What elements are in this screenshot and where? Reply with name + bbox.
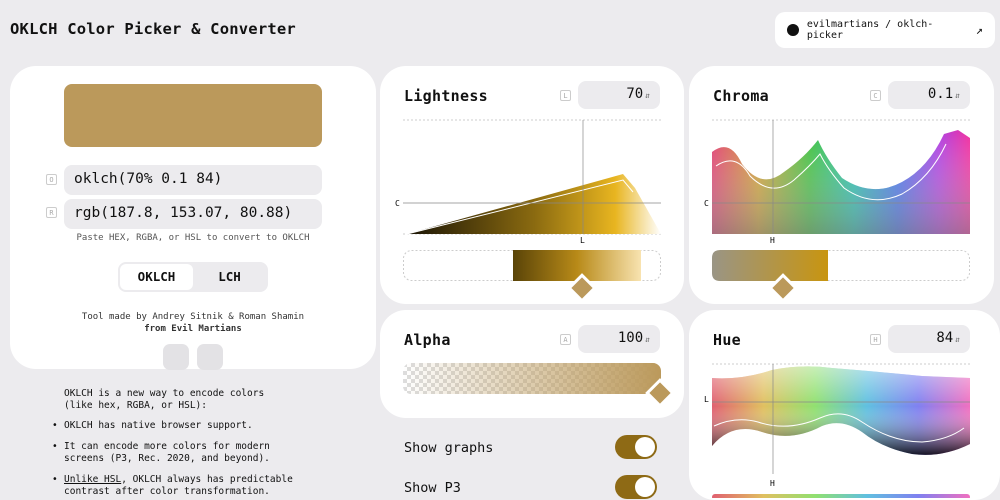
hue-title: Hue [713,331,741,349]
hue-graph[interactable]: L H [702,362,982,498]
oklch-input[interactable]: oklch(70% 0.1 84) [64,165,322,195]
toggle-knob [635,477,655,497]
lightness-title: Lightness [404,87,488,105]
github-repo-link[interactable]: evilmartians / oklch-picker ↗ [775,12,995,48]
show-graphs-label: Show graphs [404,440,494,456]
chroma-slider[interactable] [712,250,970,300]
info-bullet: Unlike HSL, OKLCH always has predictable… [52,474,297,498]
oklch-hotkey-badge: O [46,174,57,185]
tab-lch[interactable]: LCH [193,264,266,290]
chroma-x-axis-label: H [770,236,775,245]
chroma-value: 0.1 [927,86,954,102]
info-bullet: OKLCH has native browser support. [52,420,372,432]
credit-text: Tool made by Andrey Sitnik & Roman Shami… [64,311,322,335]
hue-slider[interactable] [712,494,970,498]
lightness-value: 70 [626,86,644,102]
alpha-value: 100 [617,330,644,346]
lightness-graph[interactable]: C L [393,118,671,246]
hue-input[interactable]: 84 ⇵ [888,325,970,353]
lightness-slider[interactable] [403,250,661,300]
mascot-right-icon [197,344,223,370]
show-p3-toggle[interactable] [615,475,657,499]
alpha-slider[interactable] [403,363,673,413]
stepper-icon: ⇵ [645,91,650,100]
lightness-y-axis-label: C [395,199,400,208]
rgb-input[interactable]: rgb(187.8, 153.07, 80.88) [64,199,322,229]
unlike-hsl-link[interactable]: Unlike HSL [64,474,121,485]
show-p3-label: Show P3 [404,480,461,496]
hue-y-axis-label: L [704,395,709,404]
github-icon [787,24,799,36]
credit-line-2[interactable]: from Evil Martians [64,323,322,335]
credit-line-1: Tool made by Andrey Sitnik & Roman Shami… [81,312,305,322]
color-preview-swatch [64,84,322,147]
oklch-info: OKLCH is a new way to encode colors (lik… [52,388,372,500]
hue-hotkey: H [870,334,881,345]
chroma-input[interactable]: 0.1 ⇵ [888,81,970,109]
external-link-icon: ↗ [975,23,983,37]
hue-x-axis-label: H [770,479,775,488]
info-bullet: It can encode more colors for modern scr… [52,441,297,465]
alpha-title: Alpha [404,331,451,349]
mode-switcher: OKLCH LCH [118,262,268,292]
show-graphs-toggle[interactable] [615,435,657,459]
paste-hint: Paste HEX, RGBA, or HSL to convert to OK… [76,233,310,243]
chroma-graph[interactable]: C H [702,118,982,246]
alpha-input[interactable]: 100 ⇵ [578,325,660,353]
lightness-input[interactable]: 70 ⇵ [578,81,660,109]
mascot-left-icon [163,344,189,370]
lightness-hotkey: L [560,90,571,101]
repo-link-label: evilmartians / oklch-picker [806,19,934,41]
stepper-icon: ⇵ [645,335,650,344]
stepper-icon: ⇵ [955,91,960,100]
chroma-y-axis-label: C [704,199,709,208]
hue-value: 84 [936,330,954,346]
toggle-knob [635,437,655,457]
info-intro: OKLCH is a new way to encode colors (lik… [64,388,265,411]
chroma-title: Chroma [713,87,769,105]
lightness-x-axis-label: L [580,236,585,245]
tab-oklch[interactable]: OKLCH [120,264,193,290]
stepper-icon: ⇵ [955,335,960,344]
rgb-hotkey-badge: R [46,207,57,218]
alpha-hotkey: A [560,334,571,345]
app-title: OKLCH Color Picker & Converter [10,20,296,38]
chroma-hotkey: C [870,90,881,101]
